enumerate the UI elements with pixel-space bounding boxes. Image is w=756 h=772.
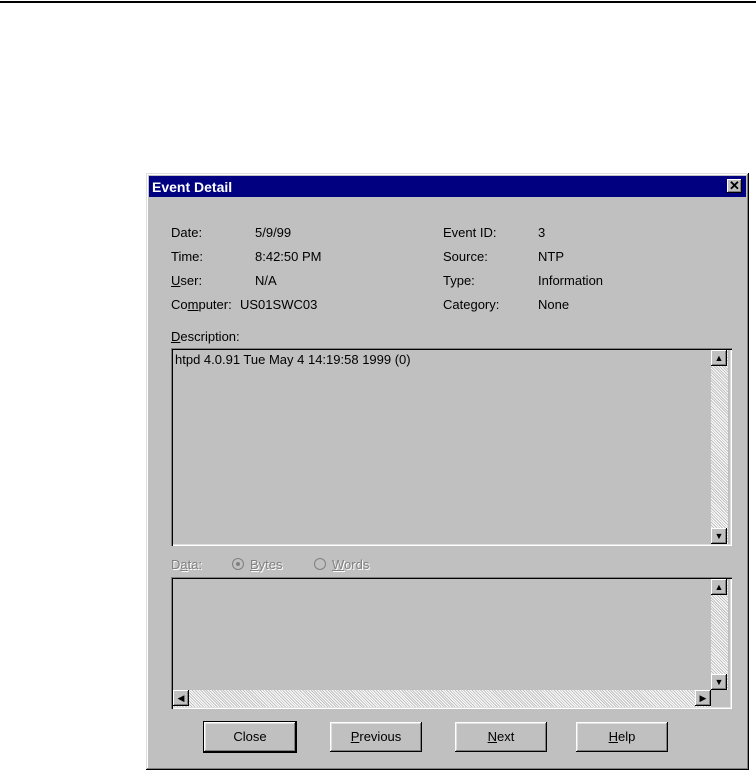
time-label: Time: [171, 249, 204, 264]
description-label: Description: [171, 329, 240, 344]
description-vertical-scrollbar[interactable]: ▲ ▼ [711, 350, 728, 544]
scroll-right-icon[interactable]: ▶ [695, 690, 711, 706]
computer-label: Computer: [171, 297, 232, 312]
source-label: Source: [443, 249, 488, 264]
data-horizontal-scrollbar[interactable]: ◀ ▶ [173, 690, 711, 707]
scroll-up-icon[interactable]: ▲ [711, 579, 727, 595]
data-vertical-scrollbar[interactable]: ▲ ▼ [711, 579, 728, 690]
type-value: Information [538, 273, 604, 288]
description-text: htpd 4.0.91 Tue May 4 14:19:58 1999 (0) [175, 352, 411, 367]
help-button[interactable]: Help [576, 722, 668, 752]
category-value: None [538, 297, 570, 312]
event-id-label: Event ID: [443, 225, 497, 240]
scroll-left-icon[interactable]: ◀ [173, 690, 189, 706]
user-label: User: [171, 273, 203, 288]
data-textbox[interactable]: ▲ ▼ ◀ ▶ [171, 577, 732, 709]
scroll-down-icon[interactable]: ▼ [711, 528, 727, 544]
top-rule [0, 1, 756, 3]
scroll-down-icon[interactable]: ▼ [711, 674, 727, 690]
close-button[interactable]: Close [203, 721, 297, 753]
words-radio[interactable]: Words [314, 557, 369, 572]
bytes-radio[interactable]: Bytes [232, 557, 283, 572]
radio-unselected-icon [314, 558, 326, 570]
close-icon[interactable]: ✕ [727, 179, 742, 193]
date-label: Date: [171, 225, 203, 240]
computer-value: US01SWC03 [240, 297, 318, 312]
next-button[interactable]: Next [455, 722, 547, 752]
dialog-title: Event Detail [152, 179, 233, 195]
date-value: 5/9/99 [255, 225, 292, 240]
description-textbox[interactable]: htpd 4.0.91 Tue May 4 14:19:58 1999 (0) … [171, 348, 732, 546]
event-id-value: 3 [538, 225, 546, 240]
scroll-up-icon[interactable]: ▲ [711, 350, 727, 366]
radio-selected-icon [232, 558, 244, 570]
category-label: Category: [443, 297, 500, 312]
title-bar[interactable]: Event Detail ✕ [149, 176, 746, 197]
time-value: 8:42:50 PM [255, 249, 322, 264]
event-detail-dialog: Event Detail ✕ Date: 5/9/99 Time: 8:42:5… [146, 173, 749, 770]
type-label: Type: [443, 273, 475, 288]
source-value: NTP [538, 249, 564, 264]
data-label: Data: [171, 557, 203, 572]
user-value: N/A [255, 273, 277, 288]
previous-button[interactable]: Previous [330, 722, 422, 752]
